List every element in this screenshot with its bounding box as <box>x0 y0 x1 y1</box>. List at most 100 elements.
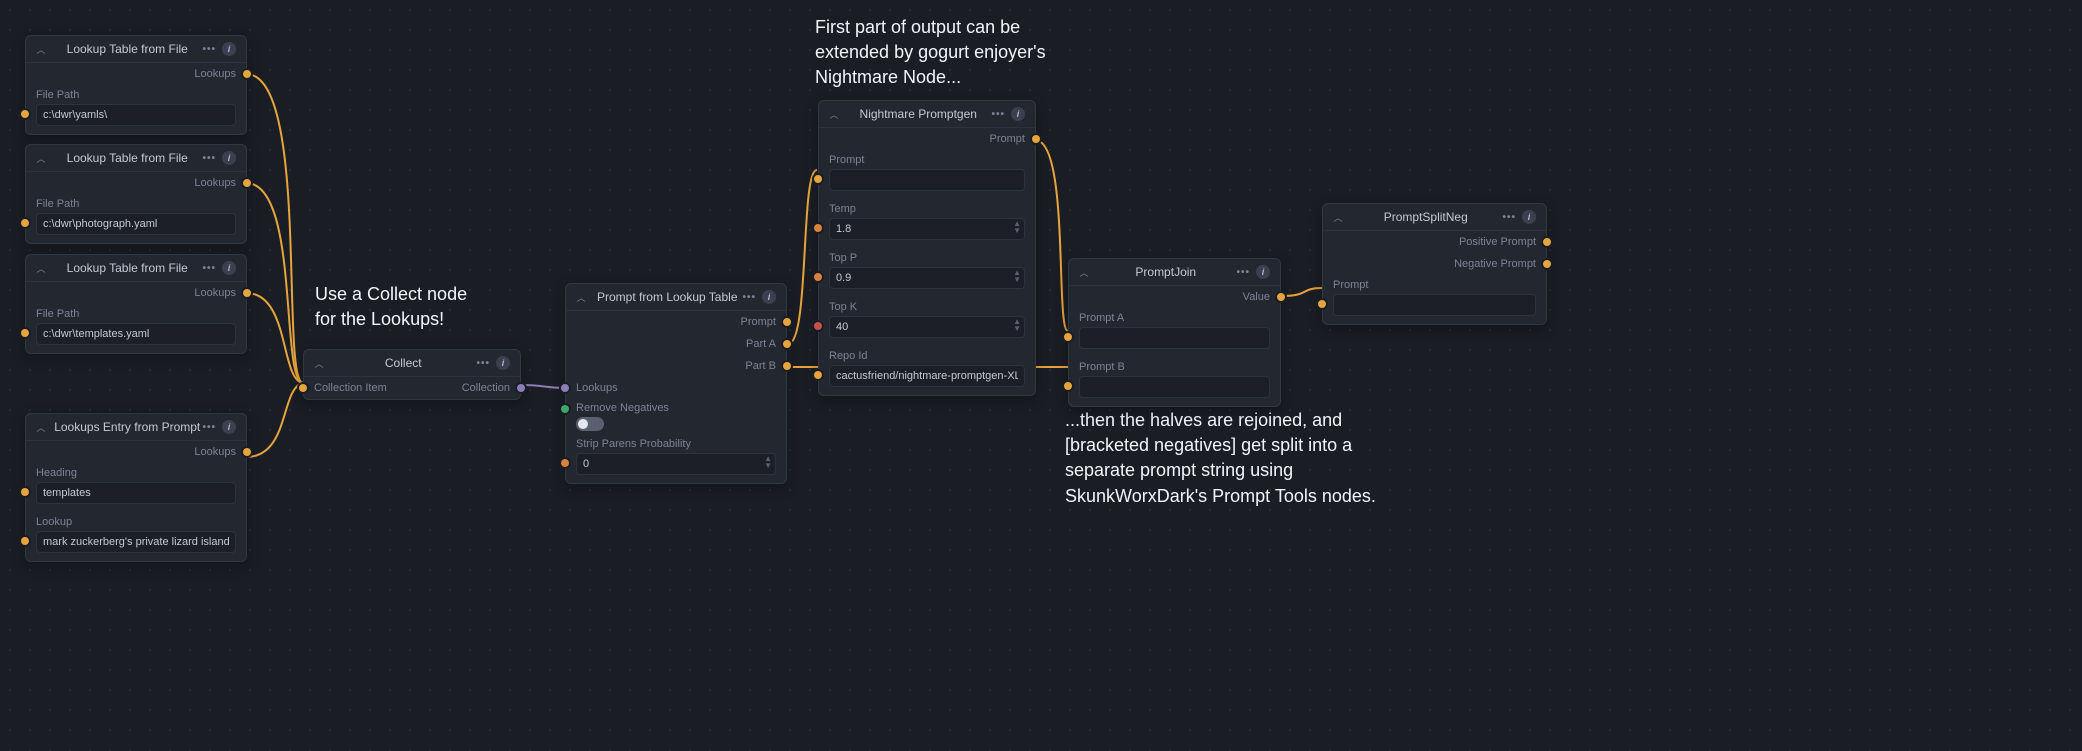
port-in-prompt[interactable] <box>812 173 824 185</box>
chevron-icon[interactable]: ︿ <box>314 358 324 368</box>
port-in-collection-item[interactable] <box>297 382 309 394</box>
more-icon[interactable]: ••• <box>742 292 756 303</box>
prompt-a-input[interactable] <box>1079 327 1270 349</box>
info-icon[interactable]: i <box>222 420 236 434</box>
temp-input[interactable] <box>829 218 1025 240</box>
port-in-prompt-b[interactable] <box>1062 380 1074 392</box>
port-out-lookups[interactable] <box>241 177 253 189</box>
port-out-lookups[interactable] <box>241 68 253 80</box>
node-lookup-table-3[interactable]: ︿ Lookup Table from File ••• i Lookups F… <box>25 254 247 354</box>
chevron-icon[interactable]: ︿ <box>1079 267 1089 277</box>
field-label-prompt-a: Prompt A <box>1079 312 1270 324</box>
port-out-lookups[interactable] <box>241 287 253 299</box>
parens-input[interactable] <box>576 453 776 475</box>
port-in-lookups[interactable] <box>559 382 571 394</box>
spinner-icon[interactable]: ▲▼ <box>1013 269 1021 283</box>
topk-input[interactable] <box>829 316 1025 338</box>
heading-input[interactable] <box>36 482 236 504</box>
info-icon[interactable]: i <box>1011 107 1025 121</box>
port-in-prompt-a[interactable] <box>1062 331 1074 343</box>
node-collect[interactable]: ︿ Collect ••• i Collection Item Collecti… <box>303 349 521 400</box>
node-prompt-join[interactable]: ︿ PromptJoin ••• i Value Prompt A Prompt… <box>1068 258 1281 407</box>
port-out-collection[interactable] <box>515 382 527 394</box>
port-in-prompt[interactable] <box>1316 298 1328 310</box>
annotation-rejoin: ...then the halves are rejoined, and [br… <box>1065 408 1376 509</box>
node-prompt-from-lookup[interactable]: ︿ Prompt from Lookup Table ••• i Prompt … <box>565 283 787 484</box>
more-icon[interactable]: ••• <box>202 422 216 433</box>
port-in-topp[interactable] <box>812 271 824 283</box>
field-label-prompt: Prompt <box>829 154 1025 166</box>
field-label-temp: Temp <box>829 203 1025 215</box>
port-out-prompt[interactable] <box>1030 133 1042 145</box>
info-icon[interactable]: i <box>222 42 236 56</box>
chevron-icon[interactable]: ︿ <box>829 109 839 119</box>
port-in-topk[interactable] <box>812 320 824 332</box>
more-icon[interactable]: ••• <box>1236 267 1250 278</box>
info-icon[interactable]: i <box>1256 265 1270 279</box>
info-icon[interactable]: i <box>496 356 510 370</box>
port-out-positive[interactable] <box>1541 236 1553 248</box>
filepath-input[interactable] <box>36 104 236 126</box>
node-lookup-table-1[interactable]: ︿ Lookup Table from File ••• i Lookups F… <box>25 35 247 135</box>
more-icon[interactable]: ••• <box>991 109 1005 120</box>
remove-negatives-toggle[interactable] <box>576 417 604 431</box>
port-out-negative[interactable] <box>1541 258 1553 270</box>
more-icon[interactable]: ••• <box>202 263 216 274</box>
prompt-input[interactable] <box>1333 294 1536 316</box>
node-lookup-table-2[interactable]: ︿ Lookup Table from File ••• i Lookups F… <box>25 144 247 244</box>
chevron-icon[interactable]: ︿ <box>36 422 46 432</box>
info-icon[interactable]: i <box>222 151 236 165</box>
port-in-filepath[interactable] <box>19 217 31 229</box>
chevron-icon[interactable]: ︿ <box>36 153 46 163</box>
more-icon[interactable]: ••• <box>1502 212 1516 223</box>
more-icon[interactable]: ••• <box>202 44 216 55</box>
chevron-icon[interactable]: ︿ <box>576 292 586 302</box>
node-prompt-split-neg[interactable]: ︿ PromptSplitNeg ••• i Positive Prompt N… <box>1322 203 1547 325</box>
lookup-input[interactable] <box>36 531 236 553</box>
port-out-parta[interactable] <box>781 338 793 350</box>
node-title: Lookup Table from File <box>52 42 202 56</box>
node-title: Collect <box>330 356 476 370</box>
port-out-partb-label: Part B <box>745 360 776 372</box>
port-out-lookups[interactable] <box>241 446 253 458</box>
port-in-parens[interactable] <box>559 457 571 469</box>
spinner-icon[interactable]: ▲▼ <box>1013 318 1021 332</box>
spinner-icon[interactable]: ▲▼ <box>1013 220 1021 234</box>
port-out-partb[interactable] <box>781 360 793 372</box>
port-in-filepath[interactable] <box>19 327 31 339</box>
prompt-b-input[interactable] <box>1079 376 1270 398</box>
node-title: Lookup Table from File <box>52 261 202 275</box>
port-in-repo[interactable] <box>812 369 824 381</box>
port-in-heading[interactable] <box>19 486 31 498</box>
topp-input[interactable] <box>829 267 1025 289</box>
info-icon[interactable]: i <box>222 261 236 275</box>
more-icon[interactable]: ••• <box>476 358 490 369</box>
prompt-input[interactable] <box>829 169 1025 191</box>
info-icon[interactable]: i <box>1522 210 1536 224</box>
port-in-filepath[interactable] <box>19 108 31 120</box>
info-icon[interactable]: i <box>762 290 776 304</box>
field-label-topk: Top K <box>829 301 1025 313</box>
port-in-temp[interactable] <box>812 222 824 234</box>
node-lookups-entry[interactable]: ︿ Lookups Entry from Prompt ••• i Lookup… <box>25 413 247 562</box>
port-in-removeneg[interactable] <box>559 403 571 415</box>
repo-input[interactable] <box>829 365 1025 387</box>
chevron-icon[interactable]: ︿ <box>1333 212 1343 222</box>
port-in-lookup[interactable] <box>19 535 31 547</box>
field-label-filepath: File Path <box>36 198 236 210</box>
field-label-topp: Top P <box>829 252 1025 264</box>
port-out-value[interactable] <box>1275 291 1287 303</box>
field-label-parens: Strip Parens Probability <box>576 438 776 450</box>
chevron-icon[interactable]: ︿ <box>36 44 46 54</box>
field-label-heading: Heading <box>36 467 236 479</box>
filepath-input[interactable] <box>36 213 236 235</box>
port-out-prompt-label: Prompt <box>741 316 776 328</box>
port-out-prompt[interactable] <box>781 316 793 328</box>
spinner-icon[interactable]: ▲▼ <box>764 455 772 469</box>
chevron-icon[interactable]: ︿ <box>36 263 46 273</box>
more-icon[interactable]: ••• <box>202 153 216 164</box>
node-title: PromptJoin <box>1095 265 1236 279</box>
node-nightmare-promptgen[interactable]: ︿ Nightmare Promptgen ••• i Prompt Promp… <box>818 100 1036 396</box>
port-in-label: Collection Item <box>314 382 387 394</box>
filepath-input[interactable] <box>36 323 236 345</box>
